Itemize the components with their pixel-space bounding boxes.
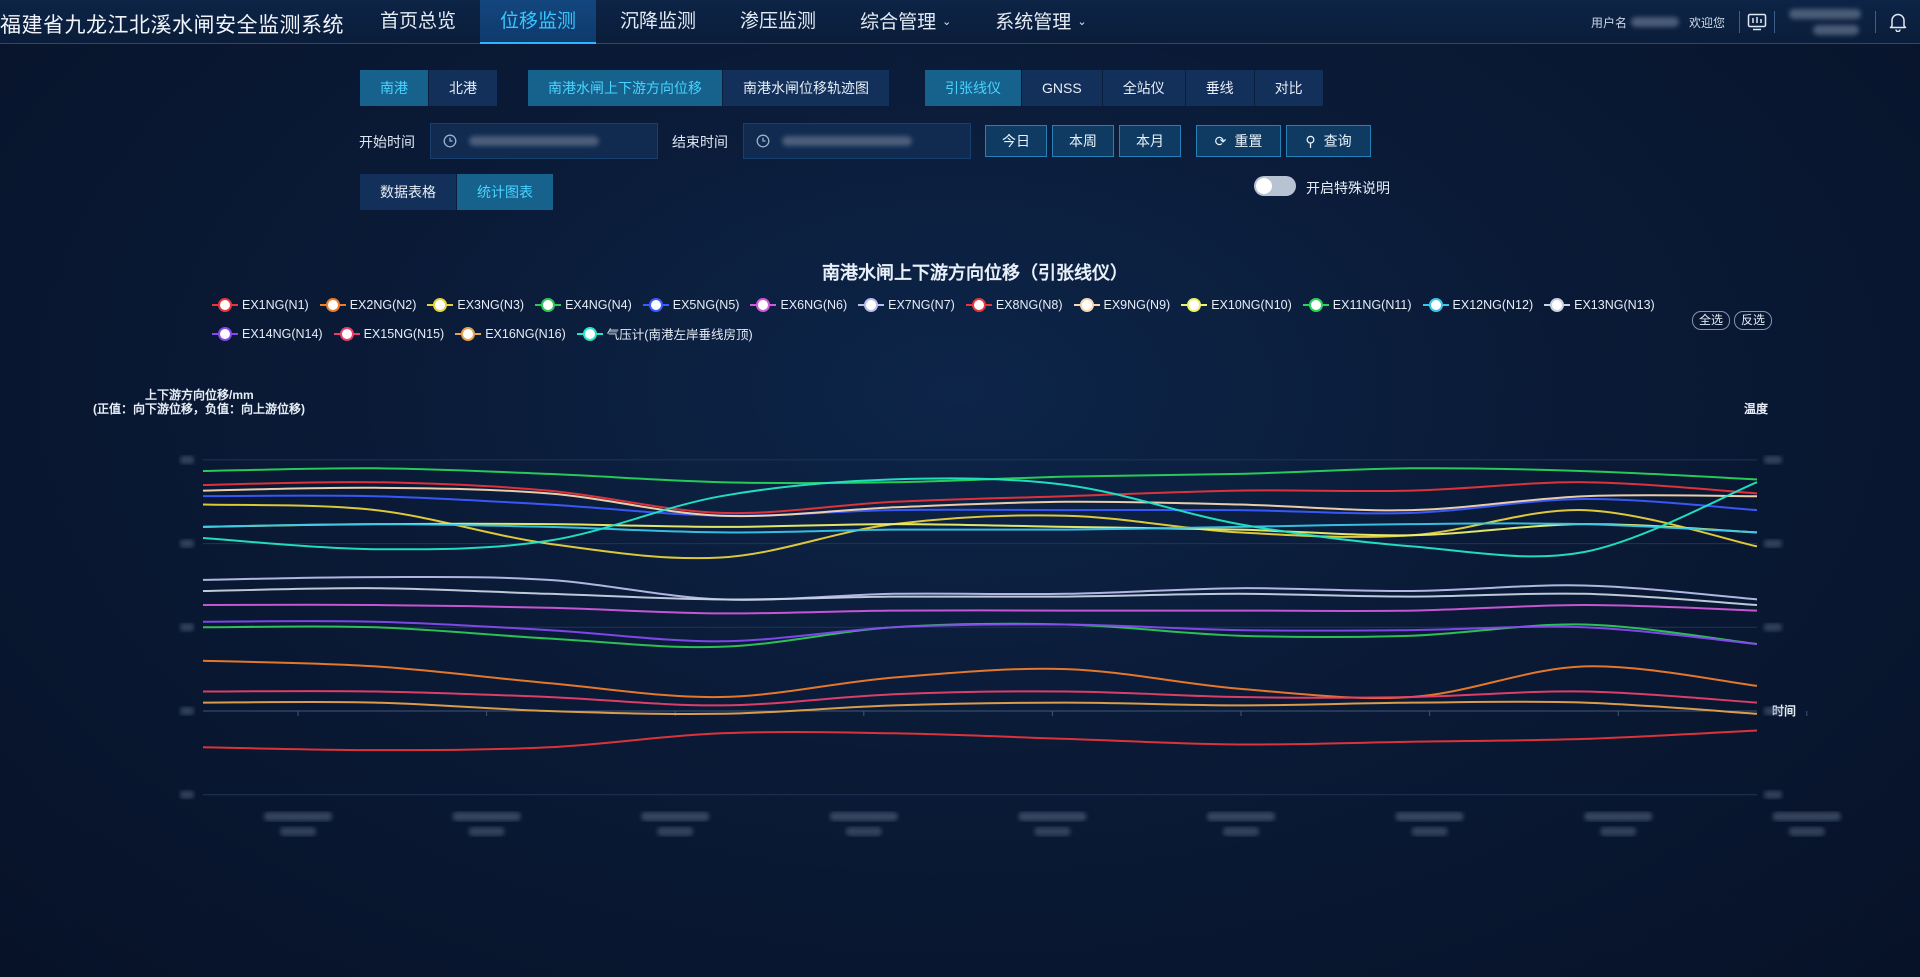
series-line [202, 603, 1758, 615]
y-tick-label-redacted [180, 623, 194, 632]
y2-tick-label-redacted [1764, 707, 1782, 715]
y2-tick-label-redacted [1764, 623, 1782, 632]
y-tick-label-redacted [180, 790, 194, 799]
x-tick-label-redacted [1411, 827, 1448, 836]
x-tick-label-redacted [829, 812, 898, 821]
x-tick-label-redacted [264, 812, 332, 821]
x-tick-label-redacted [1788, 827, 1825, 836]
x-tick-label-redacted [657, 827, 694, 836]
x-tick-label-redacted [280, 827, 316, 836]
x-tick-label-redacted [1584, 812, 1653, 821]
series-line [202, 729, 1758, 752]
x-tick-label-redacted [1223, 827, 1259, 836]
y2-tick-label-redacted [1764, 539, 1782, 548]
series-line [202, 620, 1758, 645]
x-tick-label-redacted [1600, 827, 1637, 836]
x-tick-label-redacted [1034, 827, 1071, 836]
series-line [202, 700, 1758, 716]
x-tick-label-redacted [1207, 812, 1275, 821]
series-line [202, 587, 1758, 606]
x-tick-label-redacted [1395, 812, 1464, 821]
series-line [202, 467, 1758, 485]
x-tick-label-redacted [1772, 812, 1841, 821]
y2-tick-label-redacted [1764, 790, 1782, 799]
y-tick-label-redacted [180, 455, 194, 464]
x-tick-label-redacted [641, 812, 710, 821]
series-line [202, 503, 1758, 560]
line-chart [180, 455, 1841, 836]
y2-tick-label-redacted [1764, 455, 1782, 464]
x-tick-label-redacted [452, 812, 521, 821]
x-tick-label-redacted [845, 827, 882, 836]
y-tick-label-redacted [180, 539, 194, 548]
x-tick-label-redacted [1018, 812, 1087, 821]
x-tick-label-redacted [468, 827, 505, 836]
y-tick-label-redacted [180, 707, 194, 715]
